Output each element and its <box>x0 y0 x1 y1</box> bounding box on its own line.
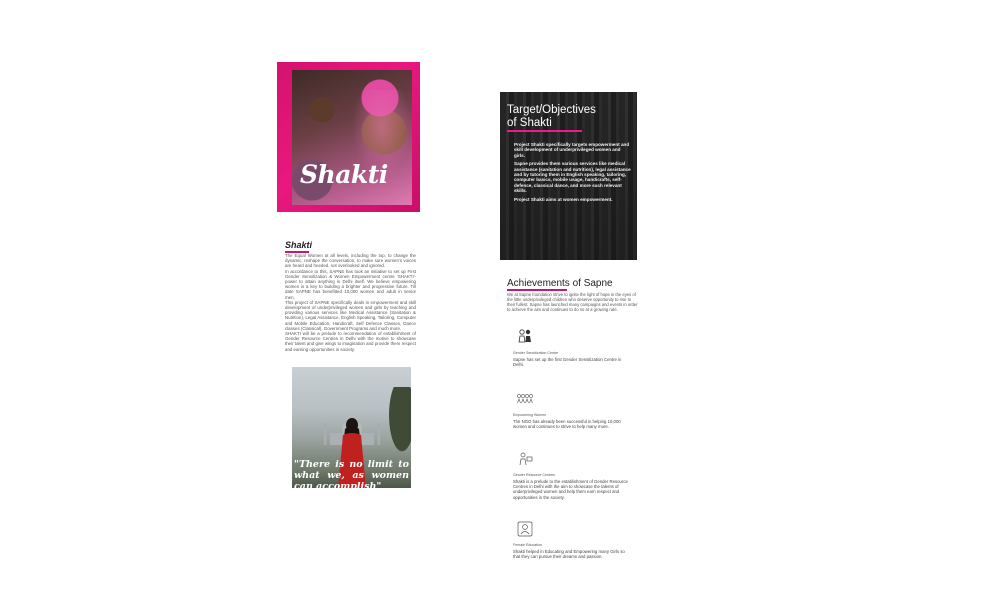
hero-photo-girl: Shakti <box>292 70 412 205</box>
achievement-label: Gender Resource Centres <box>513 473 555 477</box>
objectives-paragraph: Project Shakti aims at women empowerment… <box>514 196 613 202</box>
achievement-desc: The NGO has already been successful in h… <box>513 419 621 430</box>
shakti-paragraph: The Equal Women at all levels, including… <box>285 253 416 269</box>
achievement-label: Empowering Women <box>513 413 547 417</box>
objectives-body: Project Shakti specifically targets empo… <box>514 142 632 205</box>
shakti-paragraph: In accordance to this, SAPNE has took an… <box>285 268 416 300</box>
shakti-heading: Shakti <box>285 240 313 250</box>
quote-text: "There is no limit to what we, as women … <box>294 459 409 488</box>
objectives-paragraph: Project Shakti specifically targets empo… <box>514 142 630 158</box>
objectives-title-line2: of Shakti <box>507 116 552 129</box>
shakti-paragraph: This project of SAPNE specifically deals… <box>285 299 416 331</box>
tree-silhouette <box>387 387 411 457</box>
objectives-title-line1: Target/Objectives <box>507 104 596 116</box>
achievement-label: Gender Sensitization Centre <box>513 351 559 355</box>
resource-center-icon <box>519 452 533 466</box>
gender-people-icon <box>518 329 531 343</box>
shakti-paragraph: SHAKTI will be a prelude to recommendati… <box>285 331 416 352</box>
female-education-icon <box>517 521 533 537</box>
achievements-title-underline <box>507 289 567 291</box>
group-people-icon <box>517 394 533 404</box>
achievement-desc: Shakti is a prelude to the establishment… <box>513 479 628 500</box>
achievement-desc: Shakti helped in Educating and Empowerin… <box>513 549 625 560</box>
achievement-desc: Sapne has set up the first Gender Sensit… <box>513 357 622 368</box>
achievements-title: Achievements of Sapne <box>507 278 613 289</box>
hero-card: Shakti <box>277 62 420 212</box>
achievements-intro: We at Sapne foundation strive to ignite … <box>507 292 638 312</box>
hero-title: Shakti <box>300 160 388 189</box>
achievement-label: Female Education <box>513 543 542 547</box>
objectives-paragraph: Sapne provides them various services lik… <box>514 161 631 194</box>
quote-card: "There is no limit to what we, as women … <box>292 367 411 488</box>
objectives-card: Target/Objectives of Shakti Project Shak… <box>500 92 637 260</box>
shakti-body: The Equal Women at all levels, including… <box>285 253 416 352</box>
objectives-title: Target/Objectives of Shakti <box>507 104 632 129</box>
objectives-title-underline <box>507 130 582 132</box>
